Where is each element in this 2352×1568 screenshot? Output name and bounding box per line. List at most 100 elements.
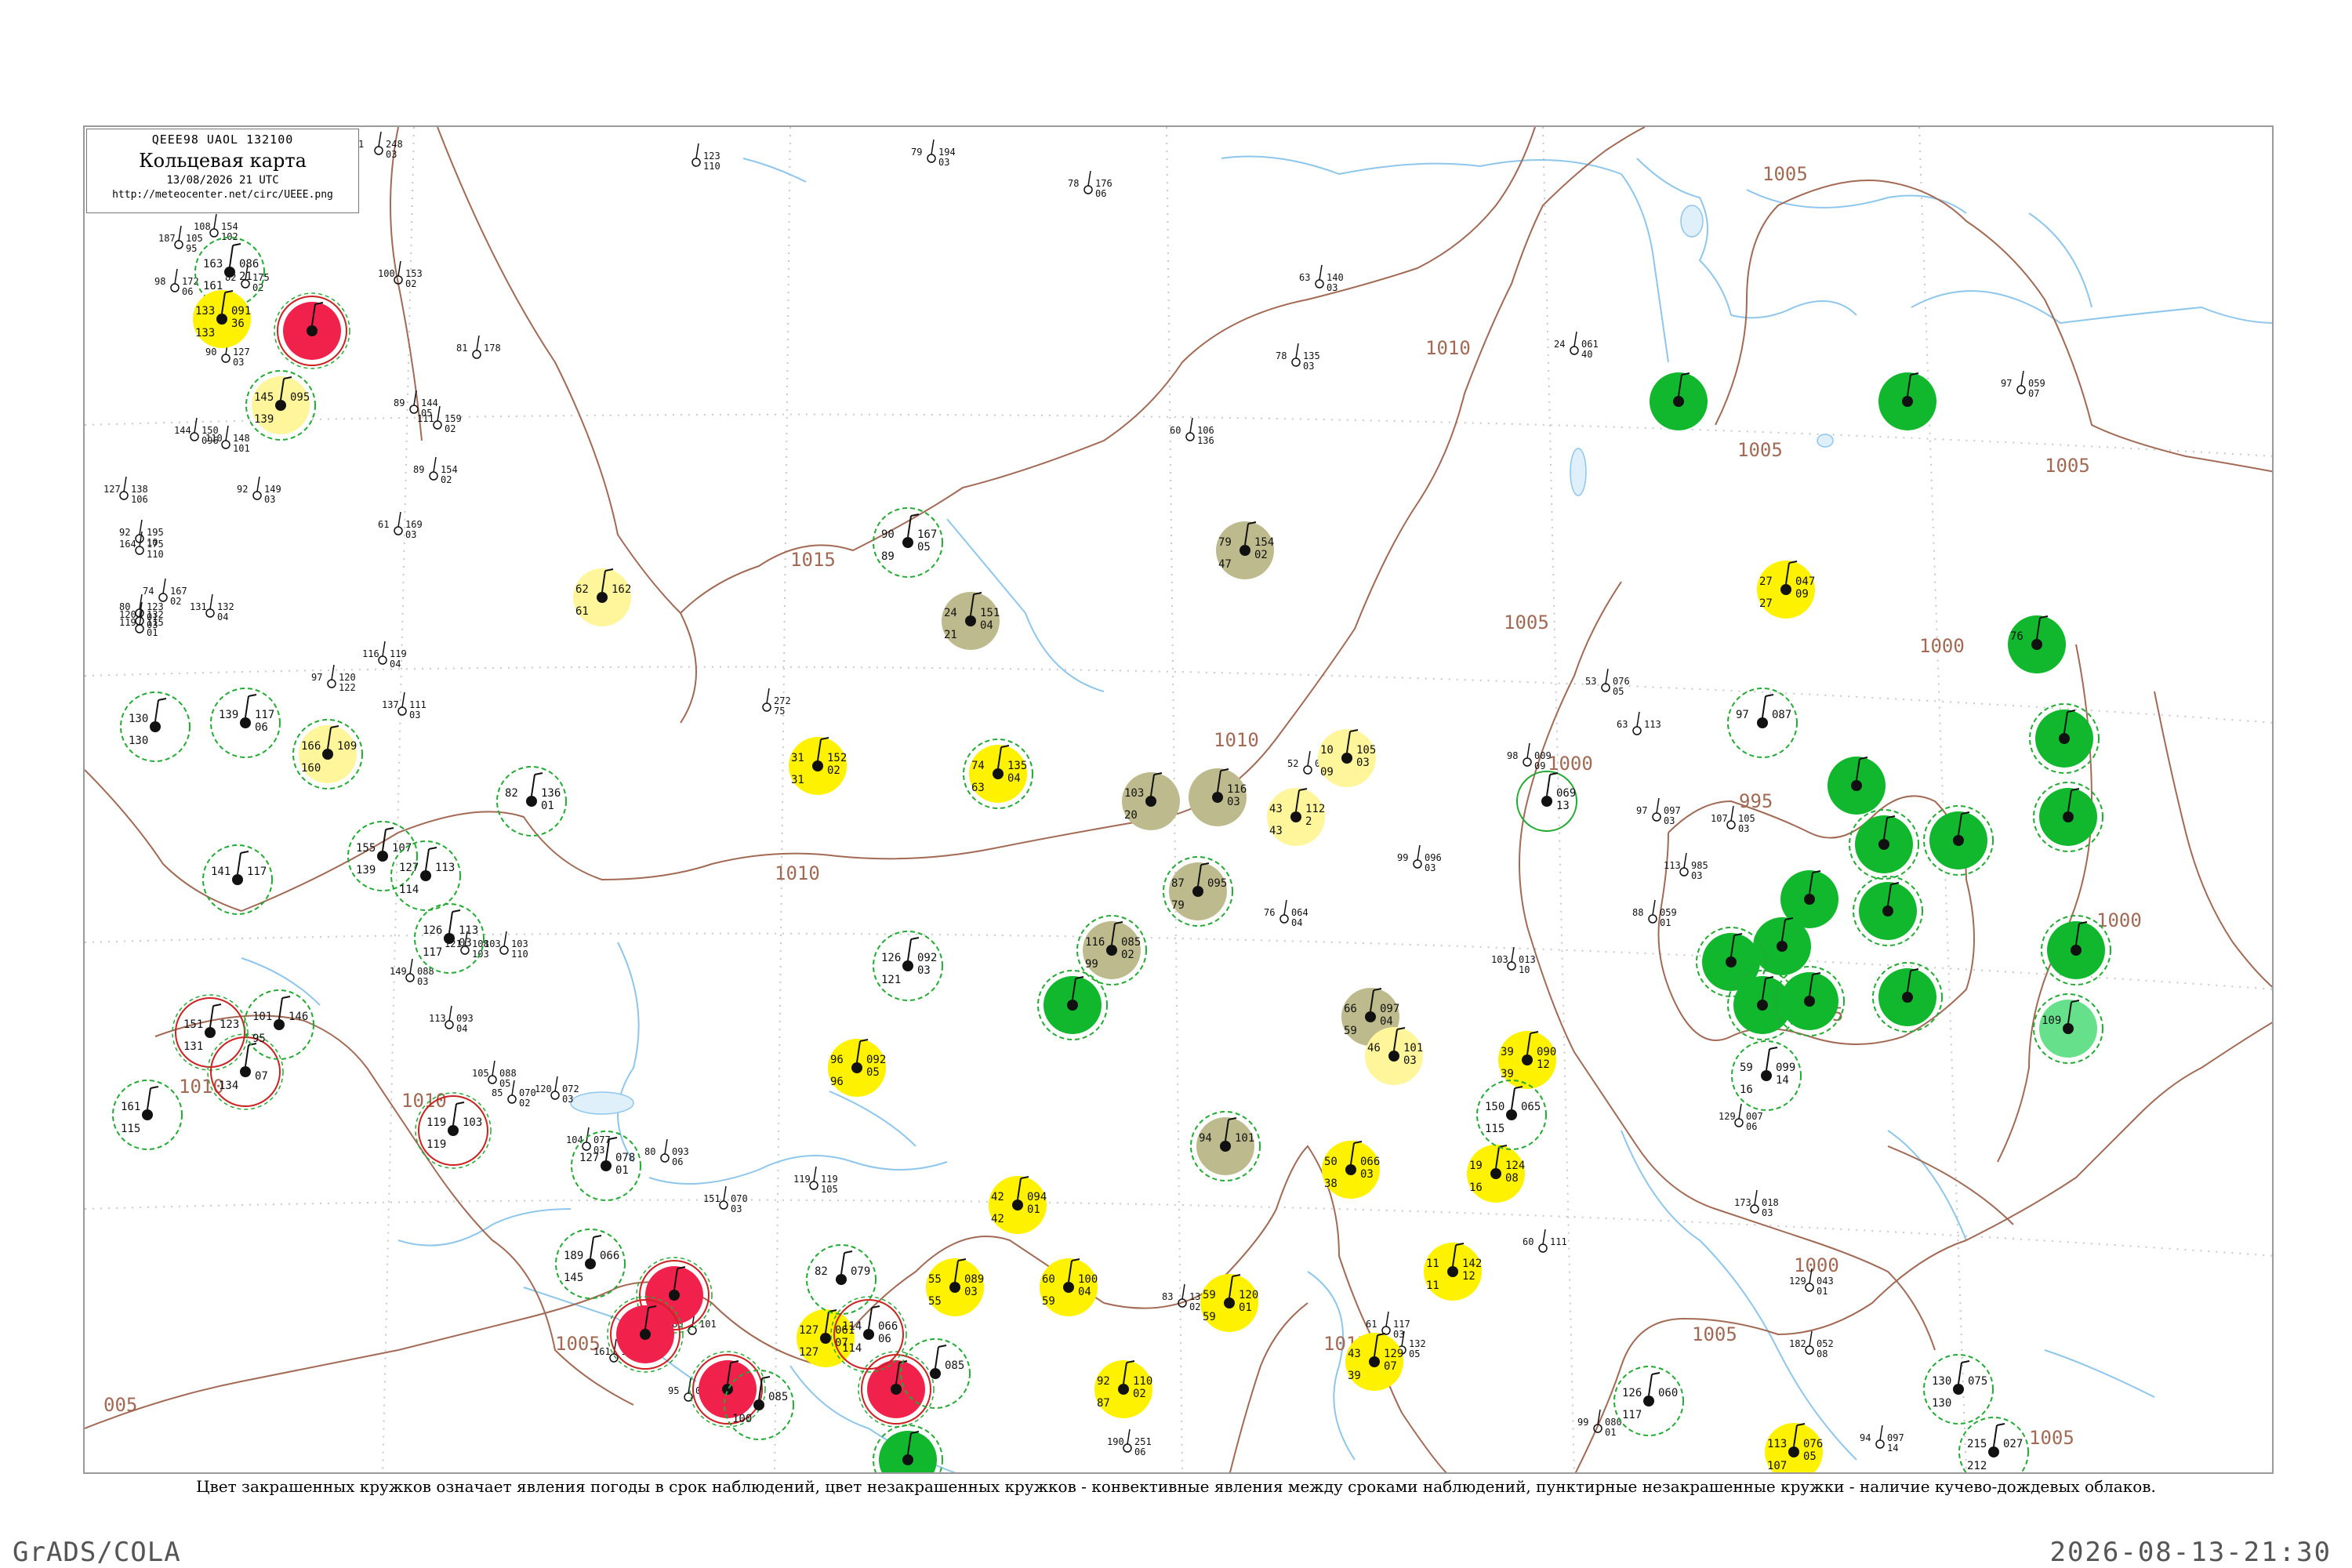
- pressure: 142: [1462, 1258, 1482, 1270]
- station-dot: [150, 721, 161, 732]
- pressure: 167: [170, 586, 187, 597]
- tendency: 07: [1384, 1360, 1397, 1373]
- tendency: 06: [672, 1156, 683, 1167]
- tendency: 03: [1403, 1054, 1417, 1067]
- temperature: 127: [399, 862, 419, 874]
- pressure: 167: [917, 528, 937, 541]
- wind-barb: [409, 958, 413, 975]
- temperature: 74: [971, 760, 985, 772]
- pressure: 132: [217, 601, 234, 612]
- dewpoint: 95: [252, 1033, 266, 1045]
- station-20: 46 10103: [1365, 1027, 1423, 1085]
- station-dot: [2059, 733, 2070, 744]
- temperature: 94: [1199, 1132, 1212, 1145]
- temperature: 187: [158, 233, 176, 244]
- plain-station-59: 25106 190: [1107, 1428, 1152, 1457]
- station-dot: [135, 624, 144, 633]
- dewpoint: 115: [1485, 1123, 1504, 1135]
- pressure: 119: [390, 648, 407, 659]
- plain-station-13: 106136 60: [1170, 417, 1214, 446]
- tendency: 05: [866, 1066, 880, 1079]
- temperature: 107: [1711, 813, 1728, 824]
- tendency: 04: [1078, 1286, 1091, 1298]
- station-60: 141 117: [202, 844, 273, 915]
- temperature: 98: [154, 276, 165, 287]
- temperature: 104: [566, 1134, 583, 1145]
- tendency: 110: [511, 949, 528, 960]
- pressure: 162: [612, 583, 631, 596]
- station-dot: [1012, 1200, 1023, 1210]
- temperature: 19: [1469, 1160, 1483, 1172]
- dewpoint: 145: [564, 1272, 583, 1284]
- station-dot: [1726, 956, 1737, 967]
- wind-barb: [1417, 844, 1421, 861]
- pressure: 076: [1803, 1438, 1823, 1450]
- station-3: [274, 292, 350, 369]
- station-dot: [1777, 941, 1788, 952]
- plain-station-67: 07002 85: [492, 1080, 536, 1109]
- station-dot: [274, 1019, 285, 1030]
- isobar-label: 1005: [2029, 1427, 2074, 1449]
- station-6: 90 89 16705: [873, 507, 943, 578]
- station-dot: [891, 1384, 902, 1395]
- dewpoint: 61: [575, 605, 589, 618]
- temperature: 90: [205, 347, 216, 358]
- wind-barb: [1738, 1103, 1742, 1120]
- dewpoint: 55: [928, 1295, 942, 1308]
- temperature: 76: [1264, 907, 1275, 918]
- station-dot: [420, 870, 431, 881]
- wind-barb: [456, 1102, 465, 1105]
- isobar-label: 1010: [1214, 729, 1259, 751]
- plain-station-30: 13204 131: [190, 593, 234, 622]
- station-63: 127 114 113: [390, 840, 461, 911]
- station-59: 139 11706: [210, 688, 281, 758]
- plain-station-23: 14903 92: [237, 476, 281, 505]
- station-dot: [753, 1399, 764, 1410]
- tendency: 02: [1121, 949, 1134, 961]
- pressure: 152: [827, 752, 847, 764]
- dewpoint: 21: [944, 629, 957, 641]
- temperature: 87: [1171, 877, 1185, 890]
- isobar-label: 1005: [1692, 1323, 1737, 1345]
- station-45: [2033, 782, 2103, 852]
- pressure: 117: [255, 709, 274, 721]
- temperature: 126: [881, 952, 901, 964]
- observation-datetime: 13/08/2026 21 UTC: [166, 174, 279, 187]
- station-dot: [275, 400, 286, 411]
- pressure: 092: [917, 952, 937, 964]
- temperature: 78: [1276, 350, 1287, 361]
- station-56: [2041, 915, 2111, 985]
- station-dot: [930, 1368, 941, 1379]
- tendency: 01: [1027, 1203, 1040, 1216]
- dewpoint: 87: [1097, 1397, 1110, 1410]
- station-36: 92 87 11002: [1094, 1360, 1152, 1418]
- tendency: 122: [339, 682, 356, 693]
- station-dot: [221, 440, 230, 449]
- plain-station-14: 06140 24: [1554, 331, 1599, 360]
- station-dot: [221, 354, 230, 363]
- pressure: 100: [1078, 1273, 1098, 1286]
- tendency: 01: [1817, 1286, 1828, 1297]
- dewpoint: 117: [1622, 1409, 1642, 1421]
- temperature: 151: [703, 1193, 720, 1204]
- temperature: 127: [799, 1324, 818, 1337]
- source-url[interactable]: http://meteocenter.net/circ/UEEE.png: [87, 189, 358, 201]
- temperature: 60: [1042, 1273, 1055, 1286]
- temperature: 111: [417, 413, 434, 424]
- station-26: 42 42 09401: [989, 1176, 1047, 1234]
- temperature: 141: [211, 866, 230, 878]
- station-dot: [902, 960, 913, 971]
- wind-barb: [1127, 1428, 1131, 1445]
- pressure: 103: [463, 1116, 482, 1129]
- wind-barb: [213, 213, 217, 230]
- pressure: 116: [1227, 783, 1247, 796]
- station-dot: [640, 1329, 651, 1340]
- tendency: 13: [1556, 800, 1570, 812]
- pressure: 111: [1550, 1236, 1567, 1247]
- wind-barb: [174, 268, 178, 285]
- wind-barb: [209, 593, 213, 610]
- temperature: 1: [358, 139, 364, 150]
- isobar-label: 1010: [401, 1090, 447, 1112]
- tendency: 01: [541, 800, 554, 812]
- wind-barb: [1762, 695, 1766, 718]
